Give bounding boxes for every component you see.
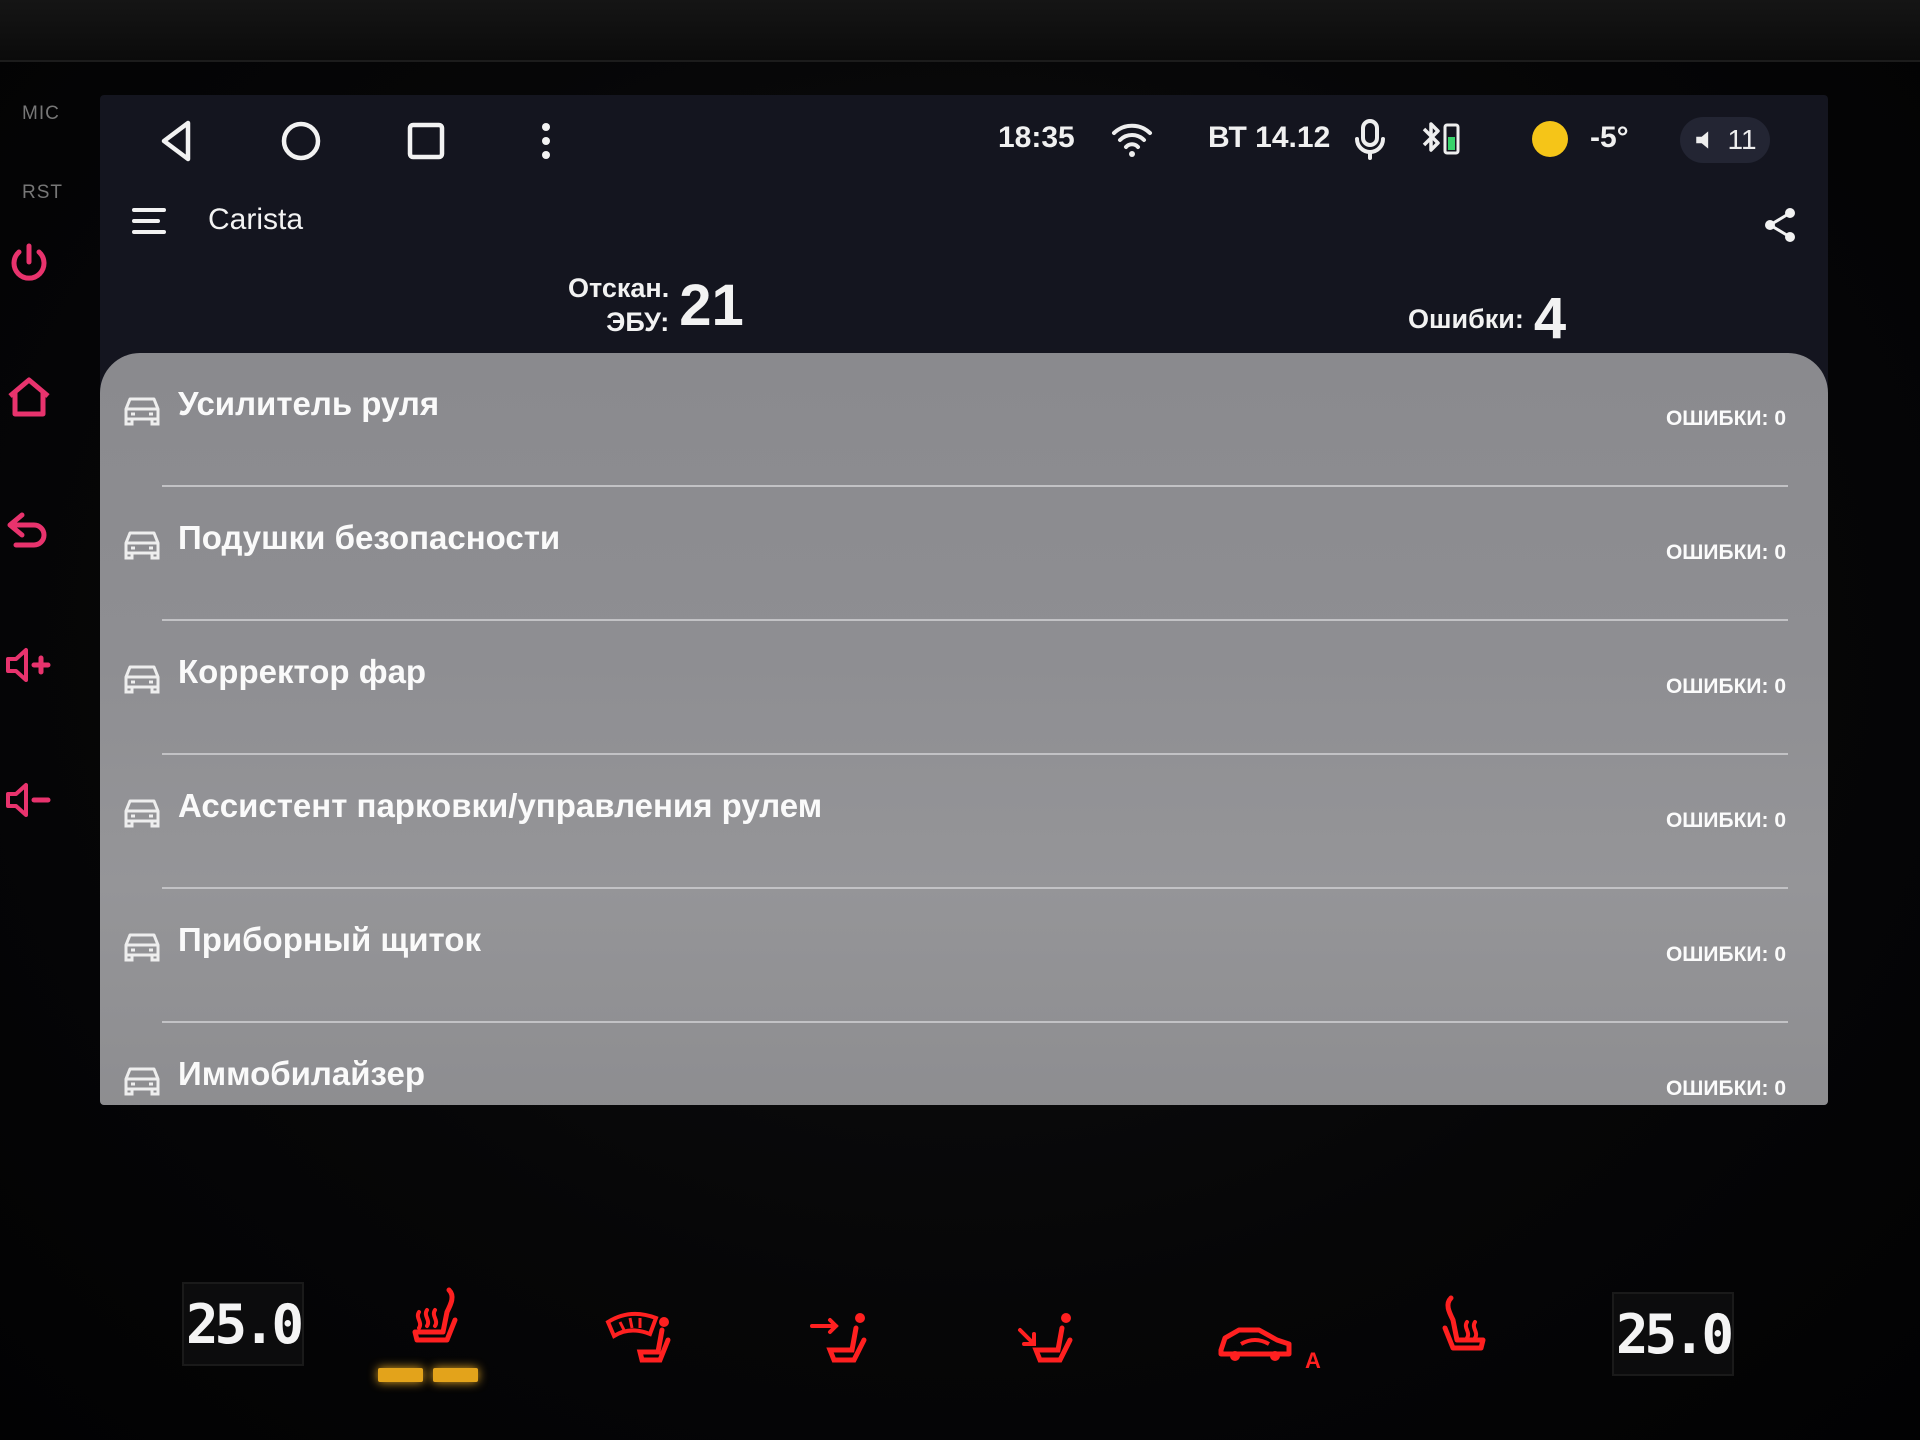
scanned-ecu-count: Отскан. ЭБУ: 21 — [568, 271, 744, 339]
seat-heat-icon — [1442, 1295, 1486, 1351]
square-recents-icon — [407, 122, 445, 160]
nav-recents-button[interactable] — [398, 113, 454, 169]
weather-sun-icon — [1528, 117, 1572, 161]
display-screen: 18:35 ВТ 14.12 -5° 11 Carista Отскан. ЭБ… — [100, 95, 1828, 1105]
module-errors: ОШИБКИ: 0 — [1665, 943, 1786, 966]
power-icon — [11, 243, 47, 281]
app-bar: Carista — [100, 183, 1828, 263]
nav-back-button[interactable] — [150, 113, 206, 169]
car-icon — [122, 1061, 162, 1097]
app-title: Carista — [208, 203, 304, 236]
power-button[interactable] — [4, 238, 54, 288]
module-errors: ОШИБКИ: 0 — [1665, 809, 1786, 832]
recirculation-auto-button[interactable]: A — [1215, 1300, 1325, 1380]
back-arrow-icon — [7, 512, 47, 548]
car-icon — [122, 525, 162, 561]
windshield-defrost-icon — [605, 1311, 671, 1363]
list-item[interactable]: Приборный щиток ОШИБКИ: 0 — [100, 889, 1828, 1023]
errors-value: 4 — [1533, 286, 1567, 351]
mic-label: MIC — [22, 103, 60, 124]
more-vertical-icon — [542, 123, 550, 159]
circle-home-icon — [281, 121, 321, 161]
car-recirculation-icon — [1218, 1327, 1292, 1361]
volume-down-icon — [6, 783, 51, 817]
outside-temperature: -5° — [1590, 121, 1629, 154]
list-item[interactable]: Ассистент парковки/управления рулем ОШИБ… — [100, 755, 1828, 889]
face-vent-button[interactable] — [806, 1300, 886, 1380]
share-icon[interactable] — [1760, 205, 1800, 245]
list-item[interactable]: Подушки безопасности ОШИБКИ: 0 — [100, 487, 1828, 621]
bluetooth-battery-icon — [1420, 117, 1464, 161]
module-name: Корректор фар — [178, 653, 427, 690]
module-errors: ОШИБКИ: 0 — [1665, 675, 1786, 698]
scan-summary: Отскан. ЭБУ: 21 Ошибки: 4 — [100, 263, 1828, 355]
feet-vent-button[interactable] — [1010, 1300, 1090, 1380]
module-name: Приборный щиток — [178, 921, 481, 958]
status-bar: 18:35 ВТ 14.12 -5° 11 — [100, 95, 1828, 183]
errors-count: Ошибки: 4 — [1408, 285, 1566, 352]
home-hw-button[interactable] — [4, 372, 54, 422]
seat-heat-level-indicator — [378, 1368, 478, 1382]
climate-panel: 25.0 A 25.0 — [0, 1190, 1920, 1440]
volume-level: 11 — [1727, 124, 1757, 155]
volume-indicator[interactable]: 11 — [1680, 117, 1770, 163]
hamburger-menu-icon[interactable] — [130, 201, 170, 241]
nav-home-button[interactable] — [273, 113, 329, 169]
seat-heat-icon — [412, 1287, 458, 1343]
windshield-defrost-button[interactable] — [600, 1300, 680, 1380]
right-temperature-display: 25.0 — [1612, 1292, 1734, 1376]
list-item[interactable]: Иммобилайзер ОШИБКИ: 0 — [100, 1023, 1828, 1105]
car-icon — [122, 927, 162, 963]
volume-up-button[interactable] — [4, 640, 54, 690]
car-icon — [122, 659, 162, 695]
module-name: Иммобилайзер — [178, 1055, 426, 1092]
errors-label: Ошибки: — [1408, 303, 1524, 334]
module-errors: ОШИБКИ: 0 — [1665, 541, 1786, 564]
car-icon — [122, 391, 162, 427]
volume-up-icon — [6, 648, 51, 682]
triangle-back-icon — [161, 120, 191, 162]
microphone-icon — [1348, 117, 1392, 161]
clock: 18:35 — [998, 121, 1075, 154]
wifi-icon — [1110, 117, 1154, 161]
right-seat-heat-button[interactable] — [1425, 1290, 1505, 1370]
module-errors: ОШИБКИ: 0 — [1665, 1077, 1786, 1100]
ecu-module-list: Усилитель руля ОШИБКИ: 0 Подушки безопас… — [100, 353, 1828, 1105]
left-seat-heat-button[interactable] — [395, 1282, 475, 1362]
scanned-value: 21 — [679, 272, 744, 338]
home-icon — [8, 377, 50, 417]
volume-down-button[interactable] — [4, 775, 54, 825]
scanned-label: Отскан. ЭБУ: — [568, 273, 670, 337]
date: ВТ 14.12 — [1208, 121, 1331, 154]
module-name: Ассистент парковки/управления рулем — [178, 787, 823, 824]
module-name: Усилитель руля — [178, 385, 440, 422]
module-name: Подушки безопасности — [178, 519, 561, 556]
list-item[interactable]: Корректор фар ОШИБКИ: 0 — [100, 621, 1828, 755]
back-hw-button[interactable] — [4, 505, 54, 555]
speaker-icon — [1696, 131, 1709, 149]
left-temperature-display: 25.0 — [182, 1282, 304, 1366]
auto-label: A — [1305, 1348, 1321, 1373]
face-vent-icon — [810, 1313, 867, 1363]
nav-more-button[interactable] — [518, 113, 574, 169]
dashboard-trim — [0, 0, 1920, 62]
feet-vent-icon — [1018, 1313, 1073, 1363]
module-errors: ОШИБКИ: 0 — [1665, 407, 1786, 430]
car-icon — [122, 793, 162, 829]
list-item[interactable]: Усилитель руля ОШИБКИ: 0 — [100, 353, 1828, 487]
rst-label[interactable]: RST — [22, 182, 63, 204]
